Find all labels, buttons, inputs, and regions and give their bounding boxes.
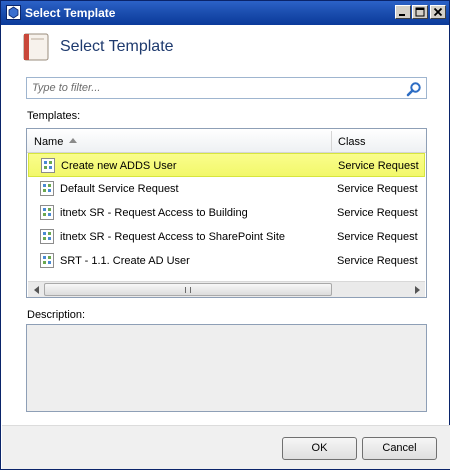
scrollbar-thumb[interactable] bbox=[44, 283, 332, 296]
window-app-icon bbox=[6, 5, 21, 20]
window-title: Select Template bbox=[25, 6, 116, 20]
row-class: Service Request bbox=[337, 255, 418, 267]
title-bar[interactable]: Select Template bbox=[1, 1, 449, 25]
maximize-icon bbox=[415, 7, 425, 17]
description-field[interactable] bbox=[26, 324, 427, 412]
templates-grid: Name Class Create new ADDS User Service … bbox=[26, 128, 427, 298]
template-item-icon bbox=[41, 158, 55, 173]
template-document-icon bbox=[23, 33, 49, 61]
table-row[interactable]: SRT - 1.1. Create AD User Service Reques… bbox=[28, 249, 425, 273]
row-class: Service Request bbox=[338, 160, 419, 172]
row-class: Service Request bbox=[337, 183, 418, 195]
close-icon bbox=[433, 7, 443, 17]
column-divider[interactable] bbox=[331, 131, 332, 151]
dialog-footer: OK Cancel bbox=[2, 425, 450, 469]
scrollbar-grip bbox=[185, 287, 191, 293]
table-row[interactable]: Create new ADDS User Service Request bbox=[28, 153, 425, 177]
template-item-icon bbox=[40, 253, 54, 268]
select-template-dialog: Select Template Select Template Template… bbox=[0, 0, 450, 470]
horizontal-scrollbar[interactable] bbox=[28, 281, 425, 297]
ok-button[interactable]: OK bbox=[282, 437, 357, 460]
row-name: itnetx SR - Request Access to Building bbox=[60, 207, 248, 219]
grid-header: Name Class bbox=[27, 129, 426, 153]
scroll-right-icon[interactable] bbox=[412, 285, 422, 295]
table-row[interactable]: itnetx SR - Request Access to SharePoint… bbox=[28, 225, 425, 249]
scroll-left-icon[interactable] bbox=[32, 285, 42, 295]
filter-field[interactable] bbox=[26, 77, 427, 99]
maximize-button[interactable] bbox=[412, 5, 428, 19]
template-item-icon bbox=[40, 205, 54, 220]
description-label: Description: bbox=[27, 309, 86, 321]
minimize-button[interactable] bbox=[395, 5, 411, 19]
table-row[interactable]: Default Service Request Service Request bbox=[28, 177, 425, 201]
close-button[interactable] bbox=[430, 5, 446, 19]
template-item-icon bbox=[40, 181, 54, 196]
search-icon[interactable] bbox=[406, 81, 422, 97]
row-name: SRT - 1.1. Create AD User bbox=[60, 255, 190, 267]
template-item-icon bbox=[40, 229, 54, 244]
table-row[interactable]: itnetx SR - Request Access to Building S… bbox=[28, 201, 425, 225]
templates-label: Templates: bbox=[27, 110, 81, 122]
row-name: Create new ADDS User bbox=[61, 160, 177, 172]
minimize-icon bbox=[399, 14, 405, 16]
cancel-button[interactable]: Cancel bbox=[362, 437, 437, 460]
sort-ascending-icon bbox=[69, 138, 77, 143]
column-header-name[interactable]: Name bbox=[34, 136, 63, 148]
row-class: Service Request bbox=[337, 207, 418, 219]
row-name: itnetx SR - Request Access to SharePoint… bbox=[60, 231, 286, 243]
column-header-class[interactable]: Class bbox=[338, 136, 366, 148]
row-name: Default Service Request bbox=[60, 183, 179, 195]
filter-input[interactable] bbox=[27, 78, 397, 98]
dialog-heading: Select Template bbox=[60, 38, 174, 55]
row-class: Service Request bbox=[337, 231, 418, 243]
